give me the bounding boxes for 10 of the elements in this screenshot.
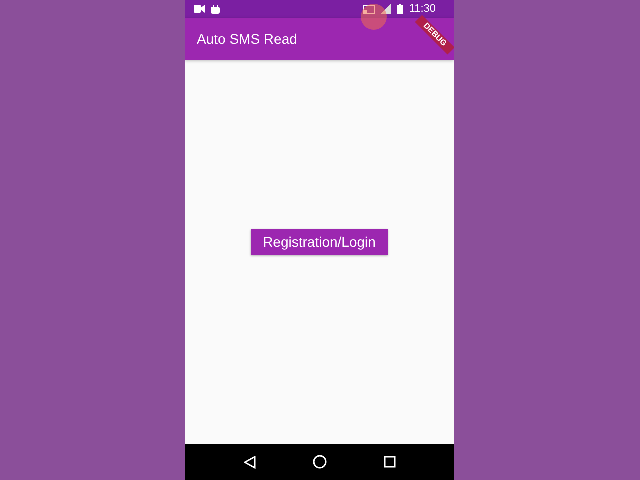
battery-icon bbox=[397, 4, 404, 14]
cast-icon bbox=[363, 4, 376, 14]
clock: 11:30 bbox=[409, 3, 436, 15]
recents-icon bbox=[384, 456, 396, 468]
registration-login-button[interactable]: Registration/Login bbox=[251, 229, 388, 255]
back-icon bbox=[244, 456, 256, 468]
home-icon bbox=[312, 455, 326, 469]
app-title: Auto SMS Read bbox=[197, 31, 298, 47]
video-camera-icon bbox=[194, 5, 205, 13]
signal-icon bbox=[381, 4, 392, 14]
